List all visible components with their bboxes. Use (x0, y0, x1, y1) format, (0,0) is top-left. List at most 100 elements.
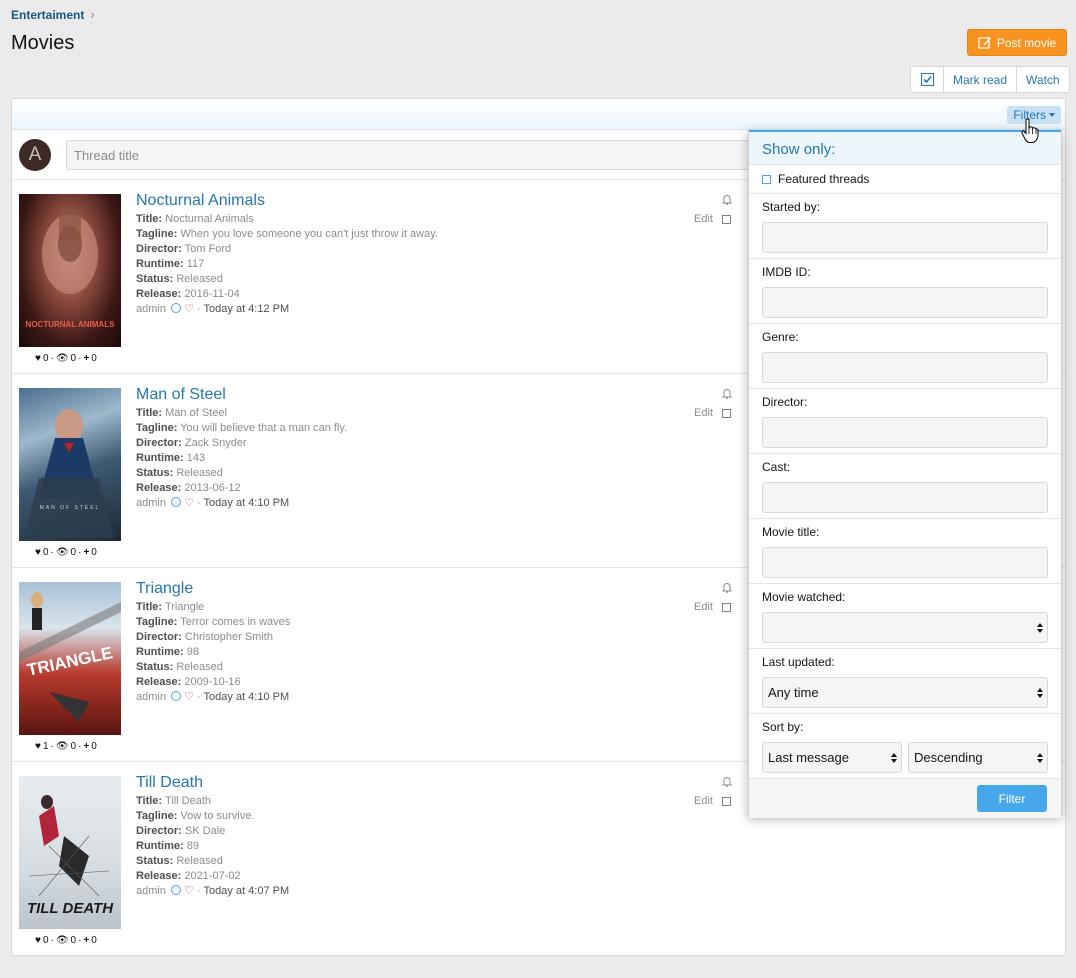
author-link[interactable]: admin (136, 497, 166, 509)
bell-icon[interactable] (722, 388, 732, 399)
director-value: Tom Ford (184, 243, 232, 255)
featured-filter[interactable]: Featured threads (749, 165, 1061, 194)
heart-icon: ♥ (35, 935, 41, 946)
release-value: 2016-11-04 (184, 288, 240, 300)
status-label: Status: (136, 273, 174, 285)
plus-icon: + (83, 547, 90, 558)
select-checkbox[interactable] (721, 214, 731, 224)
select-arrows-icon (1037, 753, 1043, 763)
eye-icon: 👁 (55, 935, 69, 946)
director-field: Director: (749, 389, 1061, 454)
director-value: Christopher Smith (184, 631, 273, 643)
tagline-value: Terror comes in waves (180, 616, 291, 628)
movie-title-link[interactable]: Triangle (136, 580, 193, 598)
select-arrows-icon (891, 753, 897, 763)
edit-link[interactable]: Edit (694, 407, 713, 419)
post-movie-button[interactable]: Post movie (967, 29, 1067, 56)
eye-icon: 👁 (55, 353, 69, 364)
post-date[interactable]: Today at 4:12 PM (204, 303, 290, 315)
filter-submit-button[interactable]: Filter (977, 785, 1047, 812)
post-date[interactable]: Today at 4:07 PM (204, 885, 290, 897)
filters-menu: Show only: Featured threads Started by: … (748, 129, 1062, 818)
poster-caption: TILL DEATH (26, 900, 114, 917)
select-checkbox[interactable] (721, 408, 731, 418)
director-input[interactable] (762, 417, 1048, 448)
director-filter-label: Director: (762, 395, 808, 409)
author-link[interactable]: admin (136, 691, 166, 703)
featured-checkbox[interactable] (762, 174, 771, 184)
edit-row: Edit (694, 407, 731, 419)
watch-button[interactable]: Watch (1016, 67, 1069, 92)
edit-link[interactable]: Edit (694, 795, 713, 807)
movie-title-input[interactable] (762, 547, 1048, 578)
tagline-label: Tagline: (136, 616, 178, 628)
movie-poster[interactable]: NOCTURNAL ANIMALS (19, 194, 121, 347)
title-label: Title: (136, 601, 163, 613)
plus-icon: + (83, 353, 90, 364)
cast-label: Cast: (762, 460, 791, 474)
imdb-input[interactable] (762, 287, 1048, 318)
author-link[interactable]: admin (136, 885, 166, 897)
movie-title-field: Movie title: (749, 519, 1061, 584)
poster-caption: MAN OF STEEL (39, 505, 101, 511)
plus-count: 0 (91, 741, 97, 752)
mark-read-button[interactable]: Mark read (943, 67, 1016, 92)
movie-title-link[interactable]: Nocturnal Animals (136, 192, 265, 210)
hand-cursor-icon (1021, 118, 1039, 143)
sort-field-select[interactable]: Last message (762, 742, 902, 773)
select-checkbox[interactable] (721, 602, 731, 612)
movie-poster[interactable]: TILL DEATH (19, 776, 121, 929)
imdb-field: IMDB ID: (749, 259, 1061, 324)
author-link[interactable]: admin (136, 303, 166, 315)
stats-separator: · (78, 353, 82, 364)
clock-icon (171, 497, 182, 507)
sort-direction-select[interactable]: Descending (908, 742, 1048, 773)
movie-meta: Title: Till Death Tagline: Vow to surviv… (136, 795, 290, 897)
heart-outline-icon[interactable]: ♡ (184, 691, 194, 703)
post-date[interactable]: Today at 4:10 PM (204, 691, 290, 703)
movie-watched-label: Movie watched: (762, 590, 846, 604)
edit-link[interactable]: Edit (694, 601, 713, 613)
title-value: Triangle (164, 601, 205, 613)
started-by-label: Started by: (762, 200, 821, 214)
movie-title-link[interactable]: Man of Steel (136, 386, 226, 404)
status-value: Released (176, 855, 223, 867)
last-updated-select[interactable]: Any time (762, 677, 1048, 708)
poster-art (24, 409, 114, 538)
movie-poster[interactable]: TRIANGLE (19, 582, 121, 735)
bell-icon[interactable] (722, 582, 732, 593)
movie-watched-select[interactable] (762, 612, 1048, 643)
edit-row: Edit (694, 601, 731, 613)
genre-input[interactable] (762, 352, 1048, 383)
started-by-field: Started by: (749, 194, 1061, 259)
runtime-label: Runtime: (136, 452, 184, 464)
tagline-value: You will believe that a man can fly. (180, 422, 348, 434)
cast-input[interactable] (762, 482, 1048, 513)
breadcrumb-link[interactable]: Entertaiment (11, 8, 84, 22)
stats-separator: · (50, 547, 54, 558)
heart-outline-icon[interactable]: ♡ (184, 885, 194, 897)
plus-count: 0 (91, 353, 97, 364)
release-label: Release: (136, 288, 182, 300)
tagline-label: Tagline: (136, 422, 178, 434)
status-value: Released (176, 661, 223, 673)
select-checkbox[interactable] (721, 796, 731, 806)
status-label: Status: (136, 467, 174, 479)
last-updated-field: Last updated: Any time (749, 649, 1061, 714)
started-by-input[interactable] (762, 222, 1048, 253)
edit-row: Edit (694, 213, 731, 225)
movie-title-link[interactable]: Till Death (136, 774, 203, 792)
bell-icon[interactable] (722, 194, 732, 205)
likes-count: 0 (42, 547, 49, 558)
post-date[interactable]: Today at 4:10 PM (204, 497, 290, 509)
genre-label: Genre: (762, 330, 799, 344)
bell-icon[interactable] (722, 776, 732, 787)
select-toggle-button[interactable] (911, 67, 943, 92)
movie-poster[interactable]: MAN OF STEEL (19, 388, 121, 541)
post-movie-label: Post movie (996, 35, 1057, 50)
edit-link[interactable]: Edit (694, 213, 713, 225)
heart-outline-icon[interactable]: ♡ (184, 303, 194, 315)
views-count: 0 (70, 547, 77, 558)
heart-outline-icon[interactable]: ♡ (184, 497, 194, 509)
avatar[interactable]: A (19, 139, 51, 171)
